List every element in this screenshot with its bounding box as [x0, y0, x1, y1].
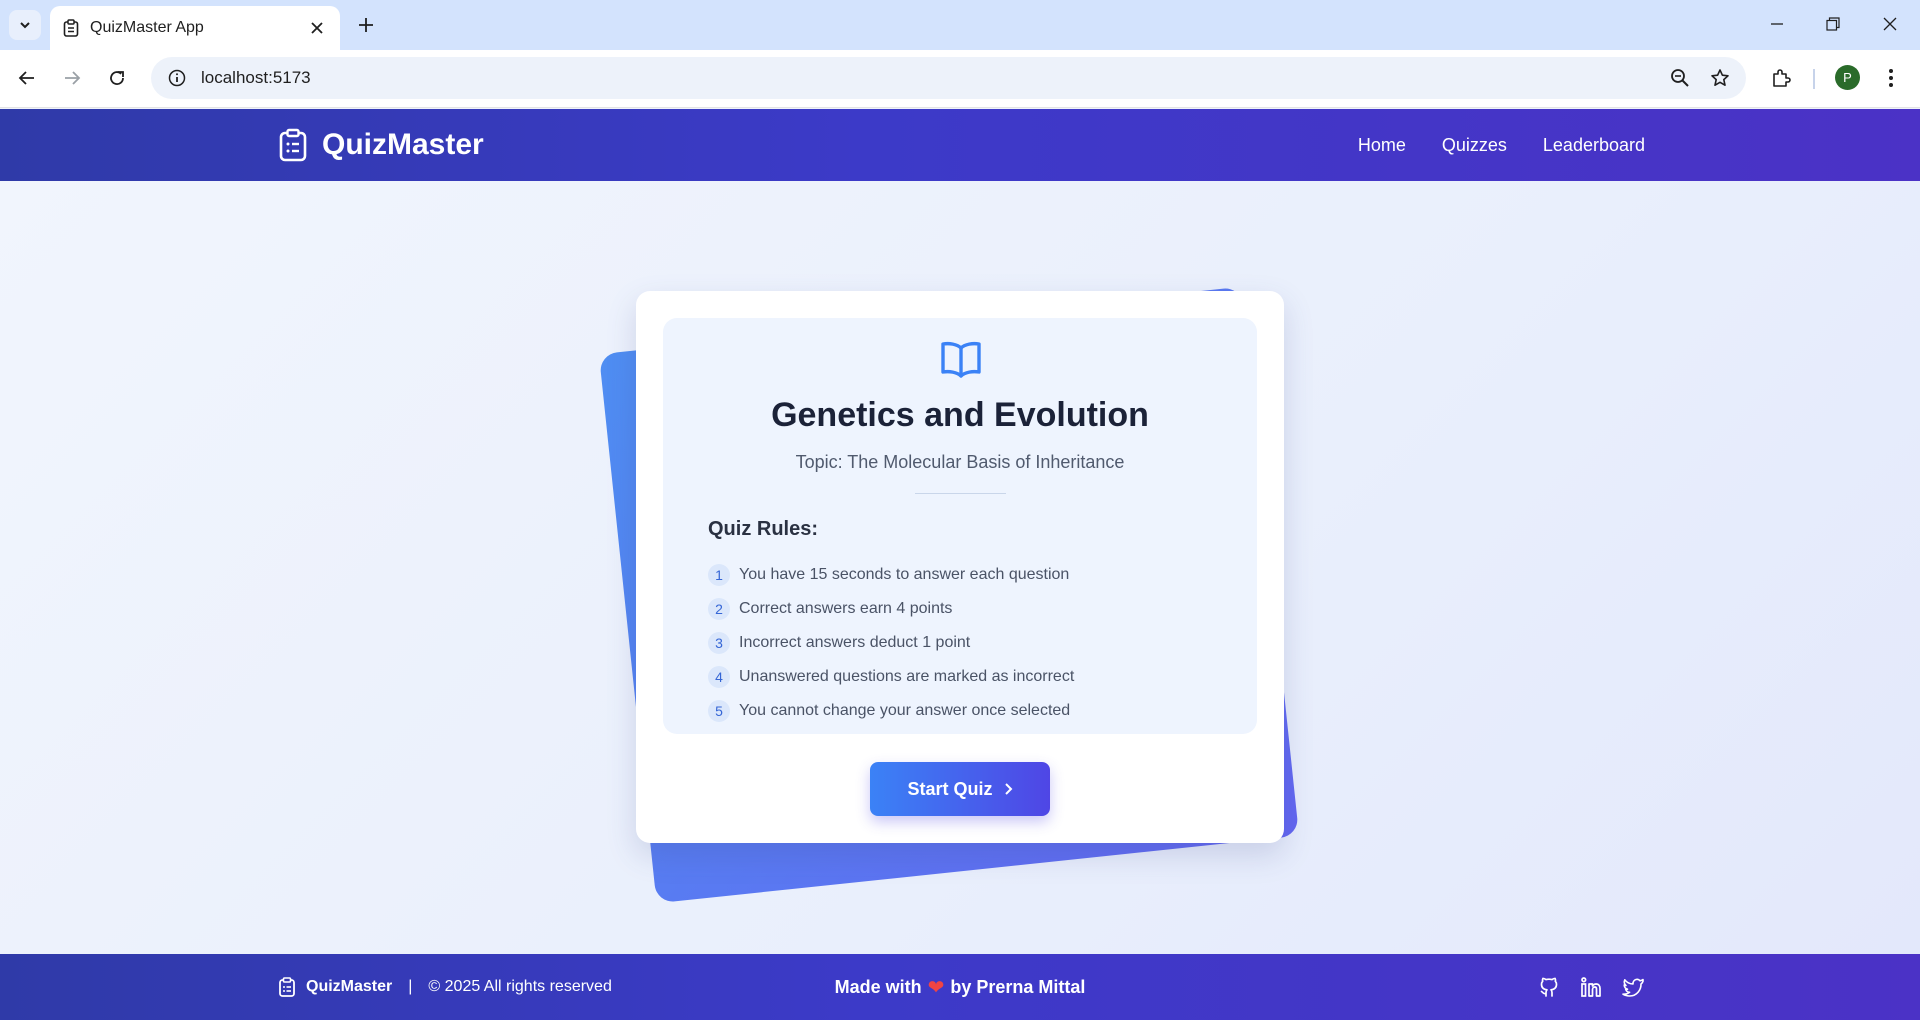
rule-text: Incorrect answers deduct 1 point [739, 634, 971, 651]
rule-text: Unanswered questions are marked as incor… [739, 668, 1075, 685]
quiz-info-panel: Genetics and Evolution Topic: The Molecu… [663, 318, 1257, 734]
linkedin-icon [1581, 977, 1601, 997]
browser-tab-bar: QuizMaster App [0, 0, 1920, 50]
restore-button[interactable] [1810, 8, 1856, 40]
profile-avatar[interactable]: P [1835, 65, 1860, 90]
reload-button[interactable] [100, 61, 134, 95]
close-window-button[interactable] [1867, 8, 1913, 40]
chrome-menu-button[interactable] [1874, 61, 1908, 95]
close-icon [311, 22, 323, 34]
brand-logo[interactable]: QuizMaster [278, 109, 484, 181]
quiz-topic: Topic: The Molecular Basis of Inheritanc… [795, 452, 1125, 472]
browser-toolbar: localhost:5173 [0, 50, 1920, 108]
start-quiz-label: Start Quiz [907, 778, 993, 799]
nav-quizzes-link[interactable]: Quizzes [1442, 135, 1507, 156]
star-icon [1711, 69, 1729, 86]
rule-item: 4 Unanswered questions are marked as inco… [708, 660, 1074, 694]
main-content: Genetics and Evolution Topic: The Molecu… [0, 181, 1920, 954]
browser-tab[interactable]: QuizMaster App [50, 6, 340, 50]
footer-separator: | [408, 978, 413, 995]
rule-number-badge: 5 [708, 700, 730, 722]
app-header: QuizMaster Home Quizzes Leaderboard [0, 109, 1920, 181]
twitter-link[interactable] [1621, 975, 1645, 999]
copyright-text: © 2025 All rights reserved [428, 978, 612, 995]
rule-text: Correct answers earn 4 points [739, 600, 953, 617]
divider [915, 493, 1006, 494]
quiz-card: Genetics and Evolution Topic: The Molecu… [636, 291, 1284, 843]
linkedin-link[interactable] [1579, 975, 1603, 999]
nav-leaderboard-link[interactable]: Leaderboard [1543, 135, 1645, 156]
toolbar-separator [1813, 69, 1815, 89]
rule-item: 2 Correct answers earn 4 points [708, 592, 1074, 626]
minimize-button[interactable] [1754, 8, 1800, 40]
puzzle-icon [1773, 69, 1791, 87]
info-icon [168, 69, 186, 87]
main-nav: Home Quizzes Leaderboard [1358, 109, 1645, 181]
author-text: by Prerna Mittal [950, 976, 1086, 997]
rule-item: 5 You cannot change your answer once sele… [708, 694, 1074, 728]
more-vert-icon [1889, 69, 1893, 87]
bookmark-button[interactable] [1700, 58, 1740, 98]
start-quiz-button[interactable]: Start Quiz [870, 762, 1050, 816]
address-bar[interactable]: localhost:5173 [151, 57, 1746, 99]
chevron-right-icon [1004, 783, 1012, 795]
zoom-button[interactable] [1660, 58, 1700, 98]
forward-button[interactable] [55, 61, 89, 95]
rule-number-badge: 1 [708, 564, 730, 586]
quiz-title: Genetics and Evolution [771, 396, 1149, 434]
rule-text: You cannot change your answer once selec… [739, 702, 1071, 719]
reload-icon [110, 71, 124, 85]
heart-icon: ❤ [927, 976, 945, 999]
arrow-left-icon [18, 71, 34, 85]
brand-name: QuizMaster [322, 128, 484, 161]
chevron-down-icon [20, 22, 30, 29]
rules-title: Quiz Rules: [708, 518, 819, 540]
rule-text: You have 15 seconds to answer each quest… [739, 566, 1070, 583]
plus-icon [359, 18, 373, 32]
github-link[interactable] [1537, 975, 1561, 999]
tab-close-button[interactable] [306, 17, 328, 39]
minimize-icon [1771, 23, 1783, 25]
clipboard-icon [279, 128, 307, 162]
made-with-text: Made with [834, 976, 922, 997]
rule-item: 1 You have 15 seconds to answer each ques… [708, 558, 1074, 592]
site-info-button[interactable] [157, 58, 197, 98]
url-text[interactable]: localhost:5173 [201, 68, 1660, 88]
nav-home-link[interactable]: Home [1358, 135, 1406, 156]
zoom-out-icon [1671, 69, 1689, 87]
arrow-right-icon [65, 71, 81, 85]
restore-icon [1826, 17, 1840, 31]
extensions-button[interactable] [1764, 61, 1798, 95]
rule-number-badge: 2 [708, 598, 730, 620]
clipboard-icon [63, 19, 79, 37]
footer-brand: QuizMaster | © 2025 All rights reserved [278, 954, 612, 1020]
tab-title: QuizMaster App [90, 19, 204, 36]
tab-search-button[interactable] [9, 10, 41, 40]
rule-number-badge: 4 [708, 666, 730, 688]
new-tab-button[interactable] [351, 10, 381, 40]
clipboard-icon [279, 977, 295, 997]
back-button[interactable] [10, 61, 44, 95]
app-footer: Made with ❤ by Prerna Mittal QuizMaster … [0, 954, 1920, 1020]
book-open-icon [941, 341, 981, 378]
twitter-icon [1622, 978, 1644, 997]
social-links [1537, 954, 1645, 1020]
close-icon [1883, 17, 1897, 31]
rule-item: 3 Incorrect answers deduct 1 point [708, 626, 1074, 660]
rules-list: 1 You have 15 seconds to answer each ques… [708, 558, 1074, 728]
rule-number-badge: 3 [708, 632, 730, 654]
github-icon [1540, 977, 1558, 997]
footer-brand-name: QuizMaster [306, 978, 393, 995]
